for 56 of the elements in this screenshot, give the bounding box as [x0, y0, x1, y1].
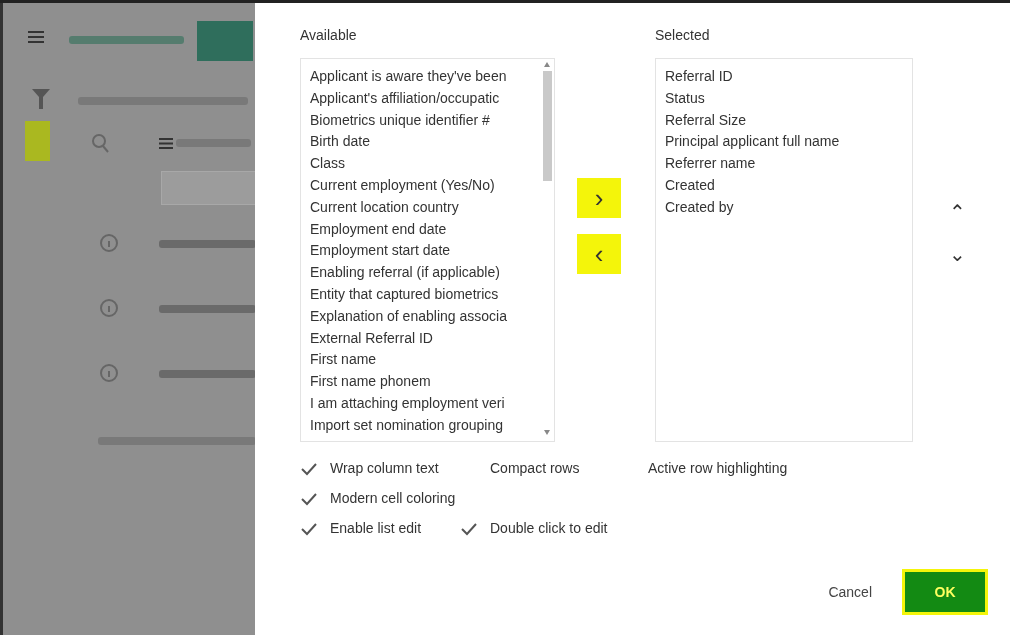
checkmark-icon[interactable] [300, 521, 318, 536]
checkmark-icon[interactable] [460, 521, 478, 536]
transfer-button[interactable]: › [577, 178, 621, 218]
list-item[interactable]: Applicant's affiliation/occupatic [310, 87, 540, 110]
list-item[interactable]: Biometrics unique identifier # [310, 109, 540, 132]
list-item[interactable]: Referral ID [665, 66, 898, 88]
list-item[interactable]: Employment end date [310, 218, 540, 241]
ok-button[interactable]: OK [902, 569, 988, 615]
list-item[interactable]: Status [665, 87, 898, 110]
list-item[interactable]: Birth date [310, 131, 540, 154]
available-list[interactable] [300, 58, 555, 442]
info-icon[interactable] [99, 298, 119, 318]
info-icon[interactable] [99, 363, 119, 383]
blurred-link[interactable] [159, 240, 256, 248]
list-item[interactable]: Class [310, 153, 540, 175]
selected-label: Selected [655, 26, 711, 45]
list-item[interactable]: I am attaching employment veri [310, 392, 540, 415]
list-item[interactable]: First name phonem [310, 371, 540, 393]
list-item[interactable]: Created by [665, 196, 898, 219]
list-item[interactable]: Explanation of enabling associa [310, 305, 540, 328]
blurred-button[interactable] [197, 21, 253, 61]
menu-icon[interactable] [28, 31, 44, 43]
list-item[interactable]: Entity that captured biometrics [310, 283, 540, 306]
transfer-button[interactable]: ‹ [577, 234, 621, 274]
menu-icon[interactable] [159, 138, 173, 149]
option-label: Active row highlighting [648, 459, 788, 478]
list-item[interactable]: Referral Size [665, 109, 898, 132]
checkmark-icon[interactable] [300, 461, 318, 476]
option-label: Double click to edit [490, 519, 608, 538]
option-label: Modern cell coloring [330, 489, 456, 508]
blurred-link[interactable] [159, 305, 256, 313]
list-item[interactable]: Employment start date [310, 240, 540, 263]
option-label: Enable list edit [330, 519, 422, 538]
option-label: Wrap column text [330, 459, 439, 478]
filter-icon[interactable] [31, 88, 51, 110]
blurred-link[interactable] [159, 370, 256, 378]
list-item[interactable]: Principal applicant full name [665, 131, 898, 154]
option-label: Compact rows [490, 459, 580, 478]
available-label: Available [300, 26, 358, 45]
list-item[interactable]: External Referral ID [310, 327, 540, 350]
list-item[interactable]: Import set nomination grouping [310, 414, 540, 437]
selected-list[interactable]: Referral ID Status Referral Size Principal applicant full name Referrer name Created Created by [655, 58, 913, 442]
list-item[interactable]: Current location country [310, 196, 540, 219]
search-icon[interactable] [91, 133, 109, 153]
scroll-up-icon[interactable] [544, 62, 550, 67]
scroll-down-icon[interactable] [544, 430, 550, 435]
blurred-field[interactable] [161, 171, 256, 205]
list-item[interactable]: Referrer name [665, 153, 898, 175]
info-icon[interactable] [99, 233, 119, 253]
checkmark-icon[interactable] [300, 491, 318, 506]
scroll-thumb[interactable] [542, 71, 552, 181]
list-item[interactable]: Created [665, 175, 898, 197]
list-item[interactable]: Current employment (Yes/No) [310, 175, 540, 197]
list-item[interactable]: First name [310, 349, 540, 372]
list-item[interactable]: Enabling referral (if applicable) [310, 262, 540, 284]
list-item[interactable]: Applicant is aware they've been [310, 66, 540, 88]
